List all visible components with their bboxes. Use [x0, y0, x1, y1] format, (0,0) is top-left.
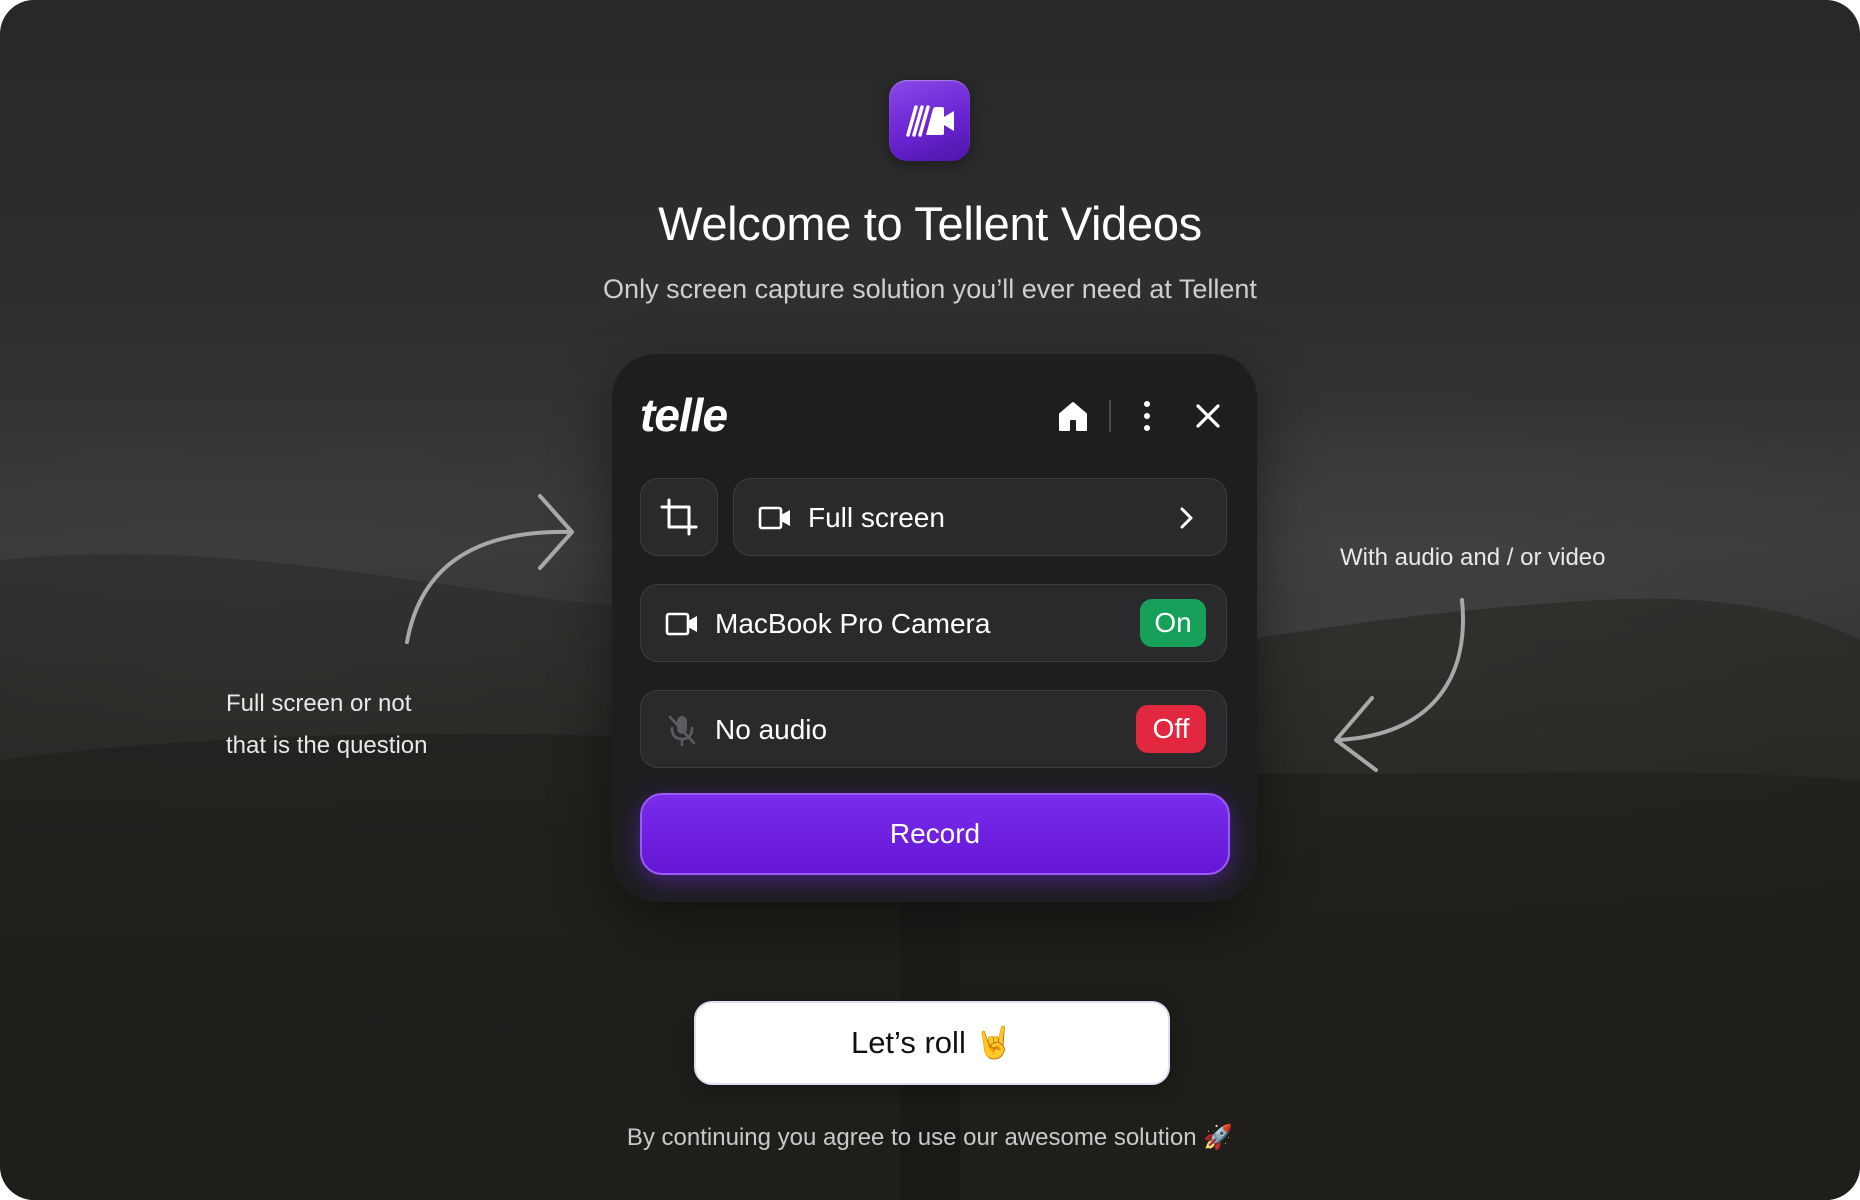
audio-toggle[interactable]: Off [1136, 705, 1206, 753]
video-camera-icon [905, 104, 954, 137]
audio-label: No audio [715, 714, 828, 745]
annotation-left-line1: Full screen or not [226, 690, 412, 717]
page-title: Welcome to Tellent Videos [658, 197, 1202, 250]
annotation-right: With audio and / or video [1340, 544, 1606, 571]
camera-label: MacBook Pro Camera [715, 608, 991, 639]
curved-arrow-icon [1334, 598, 1465, 772]
lets-roll-button[interactable]: Let’s roll 🤘 [694, 1001, 1170, 1085]
curved-arrow-icon [405, 494, 574, 644]
more-options-button[interactable] [1130, 396, 1164, 436]
audio-row: No audio Off [640, 690, 1227, 768]
welcome-screen: Welcome to Tellent Videos Only screen ca… [0, 0, 1860, 1200]
camera-row: MacBook Pro Camera On [640, 584, 1227, 662]
microphone-off-icon [668, 715, 696, 747]
capture-source-label: Full screen [808, 502, 945, 533]
home-button[interactable] [1053, 396, 1093, 436]
home-icon [1059, 402, 1087, 431]
app-logo [889, 80, 970, 161]
capture-source-selector[interactable]: Full screen [733, 478, 1227, 556]
video-camera-icon [758, 506, 790, 530]
header-divider [1109, 400, 1111, 432]
annotation-left-line2: that is the question [226, 732, 428, 759]
chevron-right-icon [1180, 507, 1193, 529]
brand-logo: telle [640, 389, 728, 441]
more-vertical-icon [1144, 401, 1150, 431]
close-icon [1196, 404, 1220, 428]
annotation-left: Full screen or not that is the question [226, 683, 526, 767]
crop-area-button[interactable] [640, 478, 718, 556]
crop-icon [660, 498, 698, 536]
video-camera-icon [665, 612, 697, 636]
page-subtitle: Only screen capture solution you’ll ever… [603, 274, 1257, 304]
record-button[interactable]: Record [640, 793, 1230, 875]
close-button[interactable] [1188, 396, 1228, 436]
terms-notice: By continuing you agree to use our aweso… [626, 1124, 1234, 1151]
camera-toggle[interactable]: On [1140, 599, 1206, 647]
